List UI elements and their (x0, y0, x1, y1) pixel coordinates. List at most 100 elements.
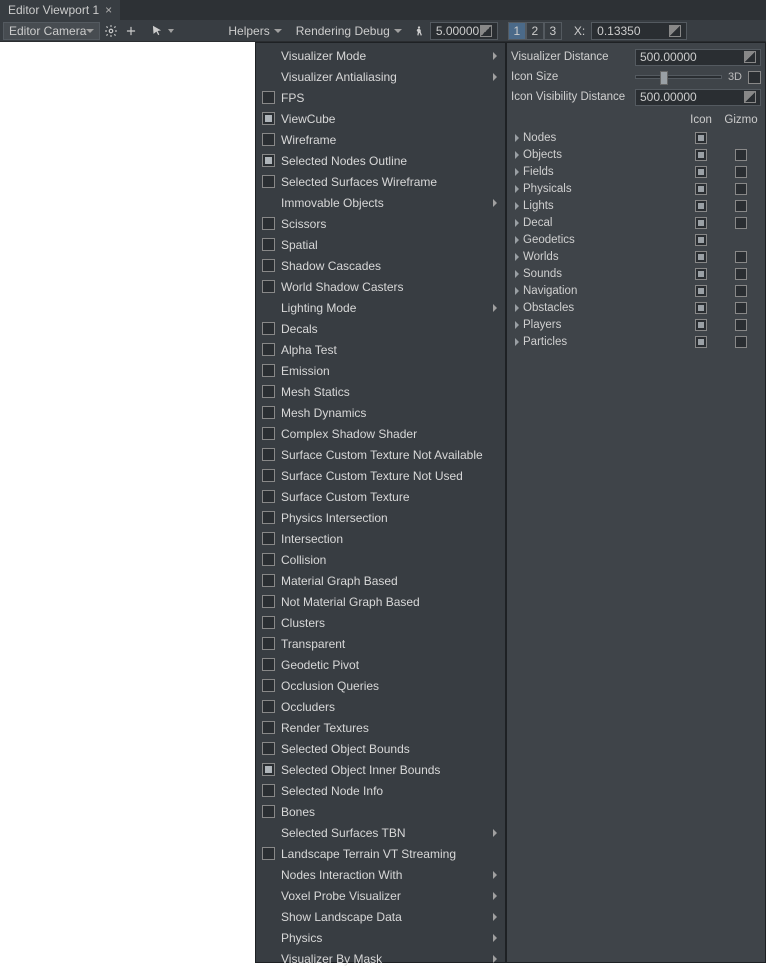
menu-item[interactable]: Render Textures (256, 717, 505, 738)
gizmo-toggle[interactable] (735, 217, 747, 229)
expand-triangle-icon[interactable] (515, 321, 519, 329)
speed-field[interactable]: 5.00000 (430, 22, 498, 40)
menu-item[interactable]: Voxel Probe Visualizer (256, 885, 505, 906)
menu-item[interactable]: Immovable Objects (256, 192, 505, 213)
menu-item[interactable]: Selected Surfaces Wireframe (256, 171, 505, 192)
icon-toggle[interactable] (695, 166, 707, 178)
gizmo-toggle[interactable] (735, 268, 747, 280)
gizmo-toggle[interactable] (735, 285, 747, 297)
tree-row[interactable]: Players (511, 316, 761, 333)
menu-item[interactable]: Selected Object Inner Bounds (256, 759, 505, 780)
menu-item[interactable]: FPS (256, 87, 505, 108)
menu-item[interactable]: Selected Surfaces TBN (256, 822, 505, 843)
tree-row[interactable]: Particles (511, 333, 761, 350)
menu-item[interactable]: Occluders (256, 696, 505, 717)
menu-item[interactable]: Occlusion Queries (256, 675, 505, 696)
expand-triangle-icon[interactable] (515, 287, 519, 295)
menu-item[interactable]: Spatial (256, 234, 505, 255)
viewport-tab[interactable]: Editor Viewport 1 × (0, 0, 120, 20)
icon-toggle[interactable] (695, 336, 707, 348)
icon-toggle[interactable] (695, 302, 707, 314)
gear-icon[interactable] (102, 22, 120, 40)
cursor-tool-caret[interactable] (168, 29, 174, 33)
icon-toggle[interactable] (695, 200, 707, 212)
menu-item[interactable]: Physics (256, 927, 505, 948)
icon-toggle[interactable] (695, 268, 707, 280)
gizmo-toggle[interactable] (735, 336, 747, 348)
menu-item[interactable]: Selected Nodes Outline (256, 150, 505, 171)
tree-row[interactable]: Decal (511, 214, 761, 231)
menu-item[interactable]: Selected Object Bounds (256, 738, 505, 759)
tree-row[interactable]: Worlds (511, 248, 761, 265)
menu-item[interactable]: Landscape Terrain VT Streaming (256, 843, 505, 864)
icon-toggle[interactable] (695, 183, 707, 195)
icon-toggle[interactable] (695, 217, 707, 229)
menu-item[interactable]: Complex Shadow Shader (256, 423, 505, 444)
cursor-tool-icon[interactable] (148, 22, 166, 40)
gizmo-toggle[interactable] (735, 149, 747, 161)
menu-item[interactable]: World Shadow Casters (256, 276, 505, 297)
menu-item[interactable]: Transparent (256, 633, 505, 654)
camera-combo[interactable]: Editor Camera (3, 22, 100, 40)
gizmo-toggle[interactable] (735, 319, 747, 331)
icon-3d-checkbox[interactable] (748, 71, 761, 84)
expand-triangle-icon[interactable] (515, 338, 519, 346)
coord-field[interactable]: 0.13350 (591, 22, 687, 40)
icon-toggle[interactable] (695, 234, 707, 246)
gizmo-toggle[interactable] (735, 183, 747, 195)
tree-row[interactable]: Lights (511, 197, 761, 214)
menu-item[interactable]: Shadow Cascades (256, 255, 505, 276)
drag-handle-icon[interactable] (480, 25, 492, 37)
icon-toggle[interactable] (695, 285, 707, 297)
menu-item[interactable]: Material Graph Based (256, 570, 505, 591)
plus-icon[interactable] (122, 22, 140, 40)
expand-triangle-icon[interactable] (515, 270, 519, 278)
expand-triangle-icon[interactable] (515, 185, 519, 193)
tree-row[interactable]: Fields (511, 163, 761, 180)
menu-item[interactable]: Emission (256, 360, 505, 381)
viewport-page-button[interactable]: 2 (526, 22, 544, 40)
helpers-dropdown[interactable]: Helpers (222, 22, 287, 40)
menu-item[interactable]: ViewCube (256, 108, 505, 129)
drag-handle-icon[interactable] (669, 25, 681, 37)
expand-triangle-icon[interactable] (515, 168, 519, 176)
menu-item[interactable]: Visualizer Antialiasing (256, 66, 505, 87)
menu-item[interactable]: Collision (256, 549, 505, 570)
tree-row[interactable]: Physicals (511, 180, 761, 197)
menu-item[interactable]: Surface Custom Texture Not Available (256, 444, 505, 465)
player-speed-icon[interactable] (410, 22, 428, 40)
menu-item[interactable]: Geodetic Pivot (256, 654, 505, 675)
viewport-canvas[interactable] (0, 42, 255, 963)
tree-row[interactable]: Nodes (511, 129, 761, 146)
menu-item[interactable]: Selected Node Info (256, 780, 505, 801)
drag-handle-icon[interactable] (744, 51, 756, 63)
menu-item[interactable]: Clusters (256, 612, 505, 633)
menu-item[interactable]: Decals (256, 318, 505, 339)
menu-item[interactable]: Scissors (256, 213, 505, 234)
gizmo-toggle[interactable] (735, 302, 747, 314)
icon-toggle[interactable] (695, 251, 707, 263)
tree-row[interactable]: Obstacles (511, 299, 761, 316)
menu-item[interactable]: Surface Custom Texture (256, 486, 505, 507)
viewport-page-button[interactable]: 1 (508, 22, 526, 40)
menu-item[interactable]: Intersection (256, 528, 505, 549)
menu-item[interactable]: Bones (256, 801, 505, 822)
tree-row[interactable]: Navigation (511, 282, 761, 299)
gizmo-toggle[interactable] (735, 200, 747, 212)
menu-item[interactable]: Wireframe (256, 129, 505, 150)
menu-item[interactable]: Mesh Dynamics (256, 402, 505, 423)
expand-triangle-icon[interactable] (515, 151, 519, 159)
expand-triangle-icon[interactable] (515, 253, 519, 261)
icon-toggle[interactable] (695, 132, 707, 144)
tree-row[interactable]: Geodetics (511, 231, 761, 248)
icon-toggle[interactable] (695, 149, 707, 161)
expand-triangle-icon[interactable] (515, 202, 519, 210)
gizmo-toggle[interactable] (735, 251, 747, 263)
expand-triangle-icon[interactable] (515, 236, 519, 244)
menu-item[interactable]: Alpha Test (256, 339, 505, 360)
vis-dist-field[interactable]: 500.00000 (635, 49, 761, 66)
icon-toggle[interactable] (695, 319, 707, 331)
menu-item[interactable]: Lighting Mode (256, 297, 505, 318)
menu-item[interactable]: Not Material Graph Based (256, 591, 505, 612)
menu-item[interactable]: Mesh Statics (256, 381, 505, 402)
